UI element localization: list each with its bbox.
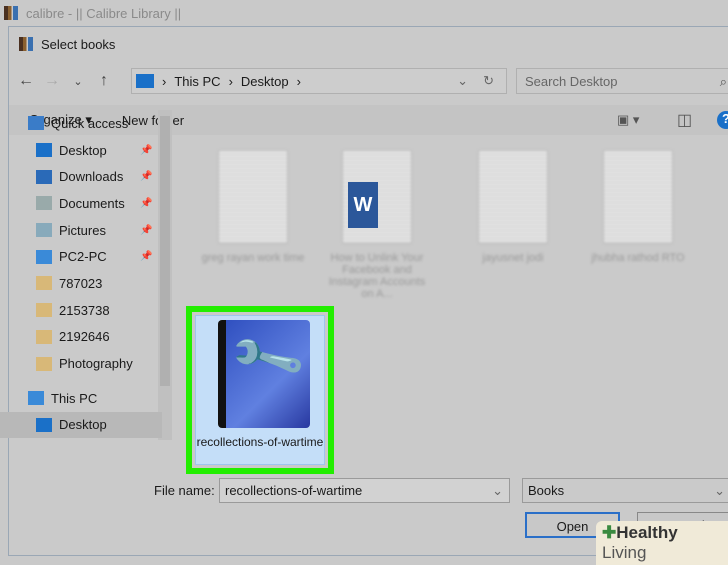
file-name: greg rayan work time [201, 252, 305, 264]
plus-icon: ✚ [602, 523, 617, 542]
address-bar[interactable]: › This PC › Desktop › ⌄ ↻ [131, 68, 507, 94]
recent-locations-button[interactable]: ⌄ [65, 75, 91, 88]
book-wrench-icon: 🔧 [218, 318, 310, 428]
up-button[interactable]: ↑ [91, 72, 117, 90]
file-item[interactable]: jhubha rathod RTO [583, 150, 693, 264]
star-icon [28, 116, 44, 131]
computer-icon [36, 249, 52, 264]
file-type-value: Books [528, 483, 565, 498]
file-item[interactable]: greg rayan work time [198, 150, 308, 264]
computer-icon [28, 391, 44, 406]
sidebar-item-label: Desktop [59, 417, 107, 433]
sidebar-item-label: Quick access [51, 115, 129, 131]
breadcrumb-separator: › [228, 73, 233, 89]
file-name-label: File name: [154, 483, 215, 498]
documents-icon [36, 196, 52, 211]
sidebar-item-this-pc[interactable]: This PC [0, 385, 172, 412]
document-icon [218, 150, 288, 244]
selected-file-highlight[interactable]: 🔧 recollections-of-wartime [186, 306, 334, 474]
file-item-selected[interactable]: 🔧 recollections-of-wartime [195, 315, 325, 465]
chevron-down-icon[interactable]: ⌄ [714, 483, 725, 499]
word-logo-icon: W [348, 182, 378, 228]
file-name: jayusnet jodi [482, 252, 544, 264]
search-placeholder: Search Desktop [525, 74, 618, 89]
sidebar-item-label: PC2-PC [59, 249, 107, 265]
breadcrumb-desktop[interactable]: Desktop [241, 74, 289, 89]
folder-icon [36, 276, 52, 291]
watermark-text: Healthy [616, 523, 678, 542]
sidebar-item-documents[interactable]: Documents 📌 [0, 190, 172, 217]
search-input[interactable]: Search Desktop ⌕ [516, 68, 728, 94]
sidebar-item-desktop[interactable]: Desktop [0, 411, 162, 439]
breadcrumb-separator: › [162, 73, 167, 89]
calibre-logo-icon [19, 37, 33, 51]
sidebar-item-label: Documents [59, 195, 125, 211]
navigation-bar: ← → ⌄ ↑ › This PC › Desktop › ⌄ ↻ Search… [9, 67, 728, 95]
sidebar-item-desktop[interactable]: Desktop 📌 [0, 137, 172, 164]
sidebar-item-label: Downloads [59, 169, 124, 185]
app-titlebar: calibre - || Calibre Library || [0, 0, 728, 26]
dialog-titlebar: Select books [9, 27, 728, 61]
file-name: jhubha rathod RTO [591, 252, 685, 264]
breadcrumb-this-pc[interactable]: This PC [174, 74, 220, 89]
pin-icon[interactable]: 📌 [140, 198, 152, 209]
document-icon [478, 150, 548, 244]
file-name: How to Unlink Your Facebook and Instagra… [328, 252, 426, 300]
pin-icon[interactable]: 📌 [140, 145, 152, 156]
back-button[interactable]: ← [13, 72, 39, 90]
desktop-icon [36, 143, 52, 158]
sidebar-item-quick-access[interactable]: Quick access [0, 110, 172, 137]
pin-icon[interactable]: 📌 [140, 251, 152, 262]
sidebar-item-label: 2153738 [59, 302, 110, 318]
sidebar-item-2153738[interactable]: 2153738 [0, 297, 172, 324]
file-type-select[interactable]: Books ⌄ [522, 478, 728, 503]
document-icon [603, 150, 673, 244]
file-item[interactable]: jayusnet jodi [458, 150, 568, 264]
sidebar-item-787023[interactable]: 787023 [0, 270, 172, 297]
pin-icon[interactable]: 📌 [140, 225, 152, 236]
folder-icon [36, 329, 52, 344]
pictures-icon [36, 223, 52, 238]
folder-icon [36, 356, 52, 371]
download-icon [36, 169, 52, 184]
sidebar-item-label: This PC [51, 390, 98, 406]
chevron-down-icon[interactable]: ⌄ [492, 483, 503, 499]
file-name-input[interactable]: recollections-of-wartime ⌄ [219, 478, 510, 503]
sidebar-item-label: 2192646 [59, 329, 110, 345]
calibre-logo-icon [4, 6, 18, 20]
search-icon[interactable]: ⌕ [720, 74, 727, 90]
dialog-title: Select books [41, 36, 116, 52]
address-dropdown-button[interactable]: ⌄ [457, 73, 468, 89]
sidebar-item-label: Photography [59, 356, 133, 372]
sidebar-item-2192646[interactable]: 2192646 [0, 324, 172, 351]
pin-icon[interactable]: 📌 [140, 171, 152, 182]
sidebar-item-pictures[interactable]: Pictures 📌 [0, 217, 172, 244]
sidebar-item-photography[interactable]: Photography [0, 350, 172, 377]
sidebar-item-label: Desktop [59, 142, 107, 158]
sidebar-item-downloads[interactable]: Downloads 📌 [0, 163, 172, 190]
sidebar-item-pc2-pc[interactable]: PC2-PC 📌 [0, 243, 172, 270]
refresh-button[interactable]: ↻ [483, 73, 494, 89]
watermark: ✚Healthy Living [596, 521, 728, 565]
desktop-icon [36, 417, 52, 432]
forward-button[interactable]: → [39, 72, 65, 90]
folder-icon [36, 303, 52, 318]
navigation-pane: Quick access Desktop 📌 Downloads 📌 Documents 📌… [0, 110, 172, 440]
app-title: calibre - || Calibre Library || [26, 5, 182, 21]
file-name: recollections-of-wartime [196, 435, 324, 449]
this-pc-icon [136, 74, 154, 88]
breadcrumb-separator: › [296, 73, 301, 89]
file-name-value: recollections-of-wartime [225, 483, 363, 498]
sidebar-item-label: Pictures [59, 222, 106, 238]
sidebar-item-label: 787023 [59, 275, 103, 291]
